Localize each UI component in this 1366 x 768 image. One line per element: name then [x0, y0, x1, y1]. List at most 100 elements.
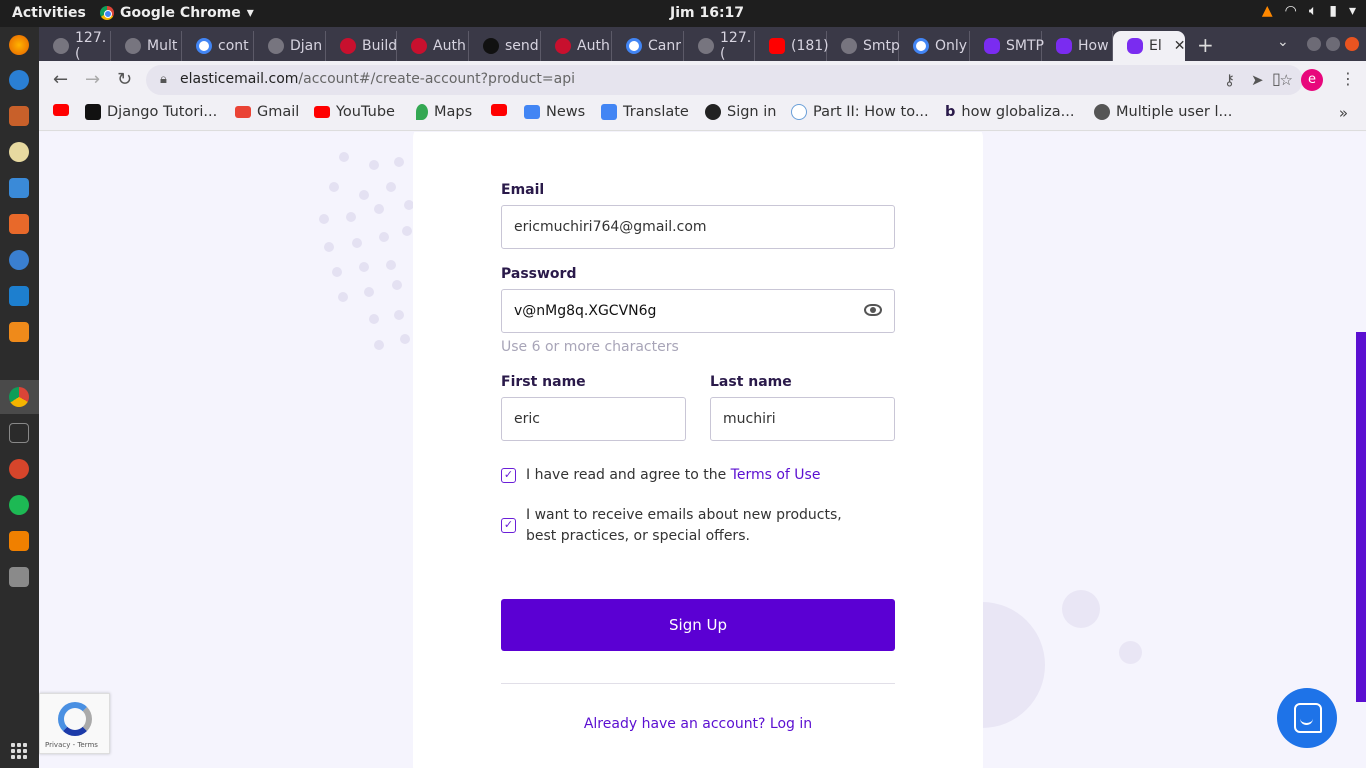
show-apps-icon[interactable] [11, 743, 27, 759]
star-icon[interactable]: ☆ [1280, 71, 1293, 89]
terms-of-use-link[interactable]: Terms of Use [731, 467, 821, 483]
bookmark-label: Part II: How to... [813, 104, 929, 120]
signup-button[interactable]: Sign Up [501, 599, 895, 651]
bookmark-item[interactable]: b how globaliza... [945, 104, 1075, 120]
gmail-icon [235, 106, 251, 118]
activities-button[interactable]: Activities [12, 5, 86, 21]
wifi-icon: ◠ [1284, 3, 1297, 19]
maps-icon [416, 104, 428, 120]
terms-checkbox[interactable]: ✓ [501, 468, 516, 483]
tab-search-button[interactable]: ⌄ [1277, 34, 1289, 50]
recaptcha-badge[interactable]: Privacy - Terms [39, 693, 110, 754]
new-tab-button[interactable]: + [1197, 33, 1214, 57]
chrome-icon[interactable] [9, 387, 29, 407]
clock[interactable]: Jim 16:17 [670, 5, 744, 21]
send-icon[interactable]: ➤ [1251, 71, 1264, 89]
tab-label: Auth [433, 38, 466, 54]
bookmark-item[interactable]: YouTube [314, 104, 395, 120]
bookmark-item[interactable]: Django Tutori... [85, 104, 217, 120]
system-tray[interactable]: ▲ ◠ 🔈︎ ▮ ▾ [1262, 3, 1356, 19]
browser-tab[interactable]: Auth [397, 31, 469, 61]
browser-tab[interactable]: Auth [541, 31, 612, 61]
thunderbird-icon[interactable] [9, 70, 29, 90]
rhythmbox-icon[interactable] [9, 142, 29, 162]
chat-widget-button[interactable] [1277, 688, 1337, 748]
bookmarks-overflow-button[interactable]: » [1339, 104, 1348, 122]
terminal-icon[interactable] [9, 423, 29, 443]
back-button[interactable]: ← [53, 69, 68, 90]
last-name-field[interactable]: muchiri [710, 397, 895, 441]
eye-icon[interactable] [864, 304, 882, 316]
sublime-icon[interactable] [9, 322, 29, 342]
browser-tab[interactable]: 127.( [684, 30, 755, 62]
profile-avatar[interactable]: e [1301, 69, 1323, 91]
firefox-icon[interactable] [9, 35, 29, 55]
browser-tab[interactable]: Smtp [827, 31, 900, 61]
bookmark-item[interactable]: Part II: How to... [791, 104, 929, 120]
tab-favicon-icon [125, 38, 141, 54]
recaptcha-links[interactable]: Privacy - Terms [45, 741, 98, 749]
tab-label: Mult [147, 38, 178, 54]
email-field[interactable]: ericmuchiri764@gmail.com [501, 205, 895, 249]
browser-tab[interactable]: Build [326, 31, 397, 61]
bookmark-item[interactable]: Maps [416, 104, 472, 120]
email-value: ericmuchiri764@gmail.com [514, 219, 707, 235]
browser-tab-active[interactable]: El ✕ [1113, 31, 1185, 61]
bookmark-item[interactable]: Multiple user l... [1094, 104, 1232, 120]
url-text[interactable]: elasticemail.com/account#/create-account… [180, 71, 575, 87]
github-icon [483, 38, 499, 54]
bookmark-item[interactable]: Sign in [705, 104, 776, 120]
app-name: Google Chrome [120, 5, 241, 21]
vscode-icon[interactable] [9, 286, 29, 306]
browser-tab[interactable]: Only [899, 31, 970, 61]
terms-text: I have read and agree to the Terms of Us… [526, 465, 820, 486]
reload-button[interactable]: ↻ [117, 69, 132, 90]
youtube-icon [314, 106, 330, 118]
bookmark-item[interactable]: Gmail [235, 104, 299, 120]
screenshot-icon[interactable] [9, 567, 29, 587]
close-tab-icon[interactable]: ✕ [1174, 38, 1186, 54]
files-icon[interactable] [9, 106, 29, 126]
bookmarks-bar: Django Tutori... Gmail YouTube Maps News… [39, 98, 1366, 131]
browser-tab[interactable]: (181) [755, 31, 829, 61]
vlc-tray-icon[interactable]: ▲ [1262, 3, 1273, 19]
decorative-circle [1062, 590, 1100, 628]
browser-tab[interactable]: How [1042, 31, 1113, 61]
bookmark-item[interactable]: Translate [601, 104, 689, 120]
bookmark-item[interactable] [491, 104, 513, 116]
browser-tab[interactable]: send [469, 31, 541, 61]
bookmark-item[interactable] [53, 104, 75, 116]
offers-checkbox[interactable]: ✓ [501, 518, 516, 533]
tab-label: El [1149, 38, 1162, 54]
app-menu[interactable]: Google Chrome ▾ [100, 5, 254, 21]
close-window-button[interactable] [1345, 37, 1359, 51]
login-link[interactable]: Already have an account? Log in [501, 716, 895, 732]
address-bar[interactable]: 🔒︎ elasticemail.com/account#/create-acco… [146, 65, 1303, 95]
browser-tab[interactable]: 127.( [39, 30, 111, 62]
maximize-button[interactable] [1326, 37, 1340, 51]
browser-tab[interactable]: Canr [612, 31, 684, 61]
software-icon[interactable] [9, 214, 29, 234]
browser-tab[interactable]: SMTP [970, 31, 1044, 61]
spotify-icon[interactable] [9, 495, 29, 515]
vlc-icon[interactable] [9, 531, 29, 551]
tab-favicon-icon [340, 38, 356, 54]
password-field[interactable]: v@nMg8q.XGCVN6g [501, 289, 895, 333]
browser-tab[interactable]: Mult [111, 31, 182, 61]
writer-icon[interactable] [9, 178, 29, 198]
help-icon[interactable] [9, 250, 29, 270]
settings-icon[interactable] [9, 459, 29, 479]
first-name-field[interactable]: eric [501, 397, 686, 441]
more-menu-icon[interactable]: ⋮ [1340, 69, 1356, 88]
lock-icon[interactable]: 🔒︎ [160, 72, 167, 87]
key-icon[interactable]: ⚷ [1224, 71, 1235, 89]
offers-text: I want to receive emails about new produ… [526, 507, 842, 544]
side-panel-icon[interactable]: ▯ [1272, 69, 1281, 88]
forward-button[interactable]: → [85, 69, 100, 90]
google-icon [626, 38, 642, 54]
browser-tab[interactable]: Djan [254, 31, 326, 61]
decorative-dots [314, 152, 424, 352]
browser-tab[interactable]: cont [182, 31, 254, 61]
minimize-button[interactable] [1307, 37, 1321, 51]
bookmark-item[interactable]: News [524, 104, 585, 120]
